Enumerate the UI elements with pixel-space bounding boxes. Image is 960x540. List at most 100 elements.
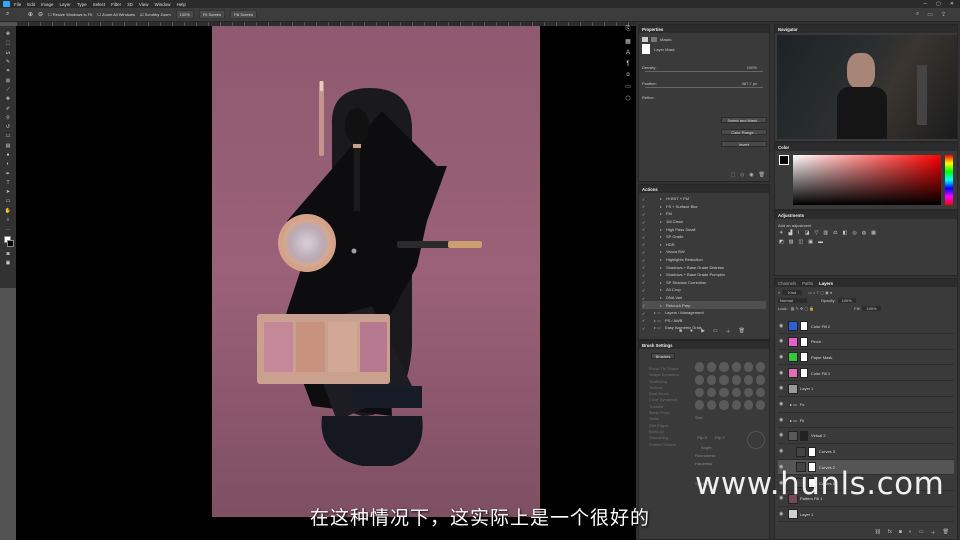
layer-mask-thumbnail[interactable]	[800, 430, 808, 441]
layer-row[interactable]: ◉ Pinch	[778, 335, 954, 350]
color-balance-icon[interactable]: ⚖	[833, 230, 837, 236]
expand-arrow-icon[interactable]: ▸	[660, 211, 662, 216]
layer-row[interactable]: ◉ Color Fill 1	[778, 366, 954, 382]
visibility-eye-icon[interactable]: ◉	[779, 402, 784, 407]
levels-icon[interactable]: ▟	[788, 230, 792, 236]
layer-mask-thumbnail[interactable]	[800, 352, 808, 363]
color-lookup-icon[interactable]: ▦	[871, 230, 876, 236]
path-select-icon[interactable]: ➤	[3, 188, 13, 196]
resize-windows-checkbox[interactable]: ☐ Resize Windows to Fit	[48, 12, 92, 17]
expand-arrow-icon[interactable]: ▸	[660, 242, 662, 247]
action-toggle-check-icon[interactable]: ✓	[642, 280, 646, 285]
layer-mask-thumbnail[interactable]	[800, 368, 808, 379]
layer-mask-thumbnail[interactable]	[800, 321, 808, 331]
layer-row[interactable]: ◉ Curves 3	[778, 445, 954, 460]
hue-sat-icon[interactable]: ▥	[823, 230, 828, 236]
expand-arrow-icon[interactable]: ▸	[660, 303, 662, 308]
layer-row[interactable]: ◉ Virtual 2	[778, 429, 954, 444]
expand-arrow-icon[interactable]: ▸	[660, 265, 662, 270]
expand-arrow-icon[interactable]: ▸ ▭	[654, 325, 661, 330]
density-value[interactable]: 100%	[747, 65, 757, 70]
menu-view[interactable]: View	[139, 2, 149, 7]
action-item[interactable]: ✓ ▸ ▭ Layers / Management	[642, 309, 766, 317]
menu-file[interactable]: File	[14, 2, 21, 7]
play-icon[interactable]: ▶	[701, 328, 705, 335]
layer-name[interactable]: Fs	[800, 402, 804, 407]
delete-layer-icon[interactable]: 🗑	[943, 529, 949, 536]
expand-arrow-icon[interactable]: ▸	[660, 196, 662, 201]
filter-icons[interactable]: ▭ ◐ T ▢ ▣ ●	[808, 290, 832, 295]
minimize-icon[interactable]: ─	[924, 1, 928, 7]
libraries-icon[interactable]: ▭	[625, 83, 631, 90]
lock-icons[interactable]: ▦ ✎ ✥ ▢ 🔒	[791, 306, 815, 311]
layer-name[interactable]: Layer 1	[800, 386, 813, 391]
expand-arrow-icon[interactable]: ▸	[660, 257, 662, 262]
expand-arrow-icon[interactable]: ▸	[660, 234, 662, 239]
visibility-eye-icon[interactable]: ◉	[779, 339, 784, 344]
density-slider[interactable]	[645, 71, 763, 72]
action-toggle-check-icon[interactable]: ✓	[642, 318, 646, 323]
close-icon[interactable]: ✕	[950, 1, 954, 7]
expand-arrow-icon[interactable]: ▸ ▭	[654, 318, 661, 323]
link-layers-icon[interactable]: ⛓	[875, 529, 881, 536]
zoom-all-checkbox[interactable]: ☐ Zoom All Windows	[97, 12, 135, 17]
expand-arrow-icon[interactable]: ▸	[660, 227, 662, 232]
layer-row[interactable]: ◉ ▸ ▭ Fil	[778, 413, 954, 429]
menu-select[interactable]: Select	[93, 2, 106, 7]
stop-icon[interactable]: ■	[679, 328, 682, 335]
expand-arrow-icon[interactable]: ▸	[660, 272, 662, 277]
expand-arrow-icon[interactable]: ▸	[660, 249, 662, 254]
flip-y-checkbox[interactable]: Flip Y	[715, 435, 725, 440]
maximize-icon[interactable]: ▢	[936, 1, 941, 7]
healing-brush-icon[interactable]: ✚	[3, 95, 13, 103]
action-item[interactable]: ✓ ▸ Highlights Reduction	[642, 256, 766, 264]
search-icon[interactable]: ⌕	[916, 11, 919, 18]
layer-name[interactable]: Fil	[800, 418, 804, 423]
action-item[interactable]: ✓ ▸ Hi BST + FM	[642, 195, 766, 203]
fit-screen-button[interactable]: Fit Screen	[198, 10, 226, 19]
action-toggle-check-icon[interactable]: ✓	[642, 273, 646, 278]
new-set-icon[interactable]: ▭	[713, 328, 718, 335]
navigator-preview-image[interactable]	[777, 35, 957, 139]
select-and-mask-button[interactable]: Select and Mask...	[721, 117, 767, 123]
channel-mixer-icon[interactable]: ◍	[862, 230, 866, 236]
eyedropper-tool-icon[interactable]: ⟋	[3, 86, 13, 94]
action-item[interactable]: ✓ ▸ Vanza BW	[642, 248, 766, 256]
zoom-100-button[interactable]: 100%	[175, 10, 194, 19]
swatches-icon[interactable]: ▦	[625, 38, 631, 45]
dodge-tool-icon[interactable]: ◐	[3, 160, 13, 168]
paragraph-icon[interactable]: ¶	[626, 61, 629, 67]
lasso-tool-icon[interactable]: ᔕ	[3, 49, 13, 57]
brush-tool-icon[interactable]: ✐	[3, 104, 13, 112]
more-tools-icon[interactable]: …	[3, 225, 13, 233]
action-item[interactable]: ✓ ▸ FS + Surface Blur	[642, 203, 766, 211]
character-icon[interactable]: A	[626, 50, 630, 56]
zoom-out-icon[interactable]: ⊖	[38, 11, 43, 18]
menu-image[interactable]: Image	[41, 2, 54, 7]
action-toggle-check-icon[interactable]: ✓	[642, 250, 646, 255]
visibility-eye-icon[interactable]: ◉	[779, 354, 784, 360]
action-toggle-check-icon[interactable]: ✓	[642, 288, 646, 293]
brush-angle-widget[interactable]	[747, 431, 765, 449]
new-group-icon[interactable]: ▭	[919, 529, 924, 536]
tab-paths[interactable]: Paths	[802, 281, 813, 286]
glyphs-icon[interactable]: ɑ	[626, 72, 629, 78]
screen-mode-icon[interactable]: ▣	[3, 259, 13, 267]
color-swatches-icon[interactable]	[3, 235, 14, 249]
layer-row[interactable]: ◉ Layer 1	[778, 382, 954, 397]
invert-adjust-icon[interactable]: ◩	[779, 239, 784, 245]
menu-layer[interactable]: Layer	[60, 2, 71, 7]
gradient-tool-icon[interactable]: ▤	[3, 142, 13, 150]
visibility-eye-icon[interactable]: ◉	[779, 449, 784, 454]
action-item[interactable]: ✓ ▸ Shadows + Base Grade Pumpkin	[642, 271, 766, 279]
feather-value[interactable]: 467.7 px	[742, 81, 757, 86]
expand-arrow-icon[interactable]: ▸	[660, 287, 662, 292]
fx-icon[interactable]: fx	[888, 529, 892, 536]
curves-icon[interactable]: ⌇	[797, 230, 799, 236]
layer-name[interactable]: Paper Mask	[811, 355, 832, 360]
zoom-in-icon[interactable]: ⊕	[28, 11, 33, 18]
action-item[interactable]: ✓ ▸ ▭ PS / AWB	[642, 317, 766, 325]
tab-channels[interactable]: Channels	[778, 281, 796, 286]
visibility-eye-icon[interactable]: ◉	[779, 370, 784, 376]
bw-icon[interactable]: ◧	[843, 230, 848, 236]
